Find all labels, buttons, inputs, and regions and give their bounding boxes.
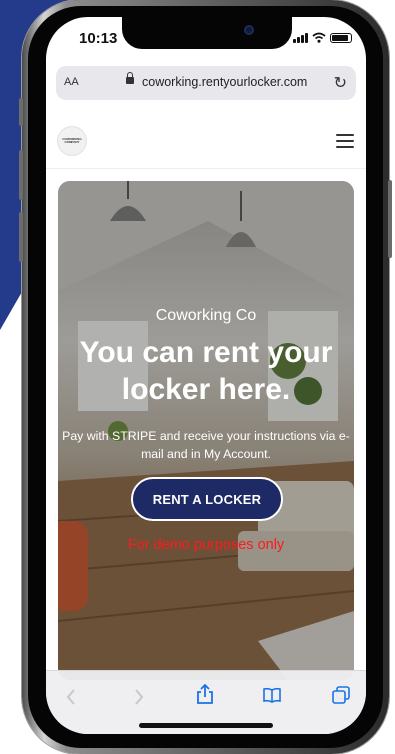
tabs-icon[interactable] [332, 686, 350, 704]
status-time: 10:13 [79, 30, 118, 47]
wifi-icon [312, 32, 326, 43]
lock-icon [126, 72, 134, 84]
power-button [388, 180, 392, 258]
phone-screen: 10:13 AA coworking.rentyourlocker.com ↻ … [46, 17, 366, 734]
reload-icon[interactable]: ↻ [334, 73, 347, 93]
bookmarks-icon[interactable] [262, 687, 282, 703]
rent-locker-button[interactable]: RENT A LOCKER [131, 477, 283, 521]
volume-down-button [19, 212, 23, 262]
url-text[interactable]: coworking.rentyourlocker.com [142, 75, 307, 89]
hero-subtitle: Coworking Co [155, 307, 257, 324]
status-icons [293, 32, 352, 43]
hamburger-menu-icon[interactable] [336, 134, 354, 148]
logo-text-line2: COMPANY [64, 140, 80, 144]
camera-icon [244, 25, 254, 35]
site-header: COWORKING COMPANY [46, 112, 366, 169]
hero-title: You can rent your locker here. [79, 336, 333, 406]
signal-icon [293, 32, 308, 43]
battery-icon [330, 32, 352, 43]
back-chevron-icon[interactable] [66, 689, 76, 705]
address-bar[interactable]: AA coworking.rentyourlocker.com ↻ [56, 66, 356, 100]
volume-up-button [19, 150, 23, 200]
notch [122, 17, 292, 49]
hero-description: Pay with STRIPE and receive your instruc… [62, 429, 350, 461]
demo-note: For demo purposes only [127, 537, 285, 553]
site-logo[interactable]: COWORKING COMPANY [58, 127, 86, 155]
silent-switch [19, 98, 23, 126]
home-indicator [139, 723, 273, 728]
text-size-button[interactable]: AA [64, 76, 79, 88]
phone-frame: 10:13 AA coworking.rentyourlocker.com ↻ … [19, 0, 392, 754]
text-size-label: AA [64, 76, 79, 88]
share-icon[interactable] [196, 683, 214, 705]
hero-banner: Coworking Co You can rent your locker he… [58, 181, 354, 680]
forward-chevron-icon[interactable] [134, 689, 144, 705]
